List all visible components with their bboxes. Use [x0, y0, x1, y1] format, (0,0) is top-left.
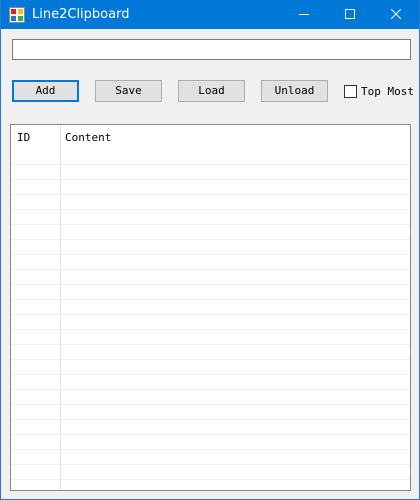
- minimize-icon: [299, 14, 309, 15]
- column-divider[interactable]: [60, 125, 61, 490]
- app-icon[interactable]: [9, 7, 25, 23]
- checkbox-box[interactable]: [344, 85, 357, 98]
- list-body[interactable]: [11, 150, 410, 490]
- minimize-button[interactable]: [281, 0, 327, 29]
- main-window: Line2Clipboard Add Save Load Unload Top …: [0, 0, 420, 500]
- maximize-icon: [345, 9, 355, 19]
- unload-button[interactable]: Unload: [261, 80, 328, 102]
- load-button[interactable]: Load: [178, 80, 245, 102]
- save-button[interactable]: Save: [95, 80, 162, 102]
- topmost-label[interactable]: Top Most: [361, 84, 414, 99]
- column-header-id[interactable]: ID: [17, 125, 30, 150]
- content-list[interactable]: ID Content: [10, 124, 411, 491]
- title-bar[interactable]: Line2Clipboard: [1, 0, 419, 29]
- maximize-button[interactable]: [327, 0, 373, 29]
- column-header-content[interactable]: Content: [65, 125, 111, 150]
- close-button[interactable]: [373, 0, 419, 29]
- line-input[interactable]: [12, 39, 411, 60]
- window-title: Line2Clipboard: [32, 7, 130, 22]
- close-icon: [391, 9, 401, 19]
- list-header: ID Content: [11, 125, 410, 150]
- add-button[interactable]: Add: [12, 80, 79, 102]
